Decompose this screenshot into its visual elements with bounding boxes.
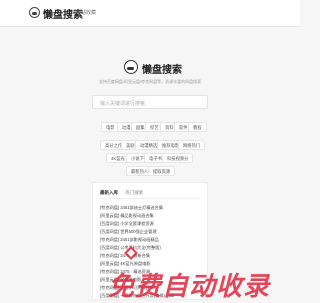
tab-latest[interactable]: 最新入库	[100, 190, 118, 195]
hero-logo-icon	[124, 60, 138, 74]
list-item[interactable]: [百度网盘] 小学全套课程资源	[100, 221, 154, 227]
list-item[interactable]: [百度网盘] 世界500强企业管理	[100, 229, 157, 235]
tag-button[interactable]: 提取资源	[148, 166, 176, 176]
tag-button[interactable]: 科技视频分	[162, 153, 194, 163]
nav-link-favorites[interactable]: 网站收藏	[76, 9, 96, 16]
divider	[100, 198, 200, 199]
list-item[interactable]: [阿里云盘] 精品影视动画合集	[100, 213, 154, 219]
tag-button[interactable]: 教程	[188, 122, 207, 132]
hero-title: 懒盘搜索	[142, 65, 182, 76]
card-tabs: 最新入库 热门搜索	[100, 190, 143, 196]
hero-subtitle: 支持百度网盘/阿里云盘/夸克网盘等，资源丰富的网盘搜索	[98, 79, 202, 84]
list-item[interactable]: [夸克网盘] 3451部影视动画精品	[100, 237, 159, 243]
tag-button[interactable]: 网络热门	[178, 140, 206, 150]
watermark-text: 免费自动收录	[108, 271, 271, 301]
list-item[interactable]: [夸克网盘] 3451部迪士尼精选合集	[100, 205, 163, 211]
search-input[interactable]: 输入关键词进行搜索	[92, 95, 208, 109]
top-navbar: 懒盘搜索 网站收藏	[0, 0, 300, 27]
watermark-logo-icon	[124, 246, 138, 260]
tab-hot-search[interactable]: 热门搜索	[125, 190, 143, 195]
site-logo-icon[interactable]	[29, 7, 40, 18]
